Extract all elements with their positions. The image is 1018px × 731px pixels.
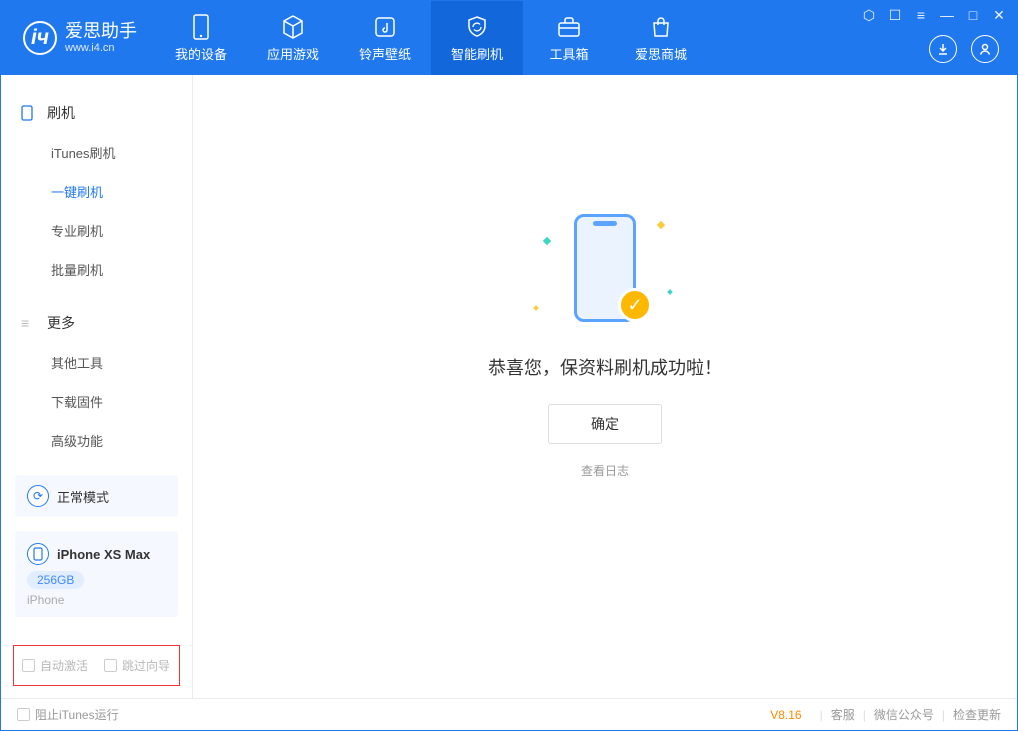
nav-my-device[interactable]: 我的设备 [155,1,247,75]
checkbox-icon [22,659,35,672]
checkbox-icon [17,708,30,721]
nav-ringtone-wallpaper[interactable]: 铃声壁纸 [339,1,431,75]
close-icon[interactable]: ✕ [991,7,1007,24]
sidebar-item-advanced[interactable]: 高级功能 [1,421,192,460]
success-message: 恭喜您，保资料刷机成功啦！ [488,354,722,380]
menu-icon[interactable]: ≡ [913,7,929,24]
music-note-icon [372,14,398,40]
sidebar-item-download-firmware[interactable]: 下载固件 [1,382,192,421]
nav-label: 智能刷机 [451,44,503,63]
sidebar-item-oneclick-flash[interactable]: 一键刷机 [1,172,192,211]
checkbox-icon [104,659,117,672]
header: iч 爱思助手 www.i4.cn 我的设备 应用游戏 铃声壁纸 智能刷机 [1,1,1017,75]
bag-icon [648,14,674,40]
sync-shield-icon [464,14,490,40]
main-content: ✓ 恭喜您，保资料刷机成功啦！ 确定 查看日志 [193,75,1017,698]
nav-smart-flash[interactable]: 智能刷机 [431,1,523,75]
sidebar-group-more: ≡ 更多 [1,303,192,343]
main-nav: 我的设备 应用游戏 铃声壁纸 智能刷机 工具箱 爱思商城 [155,1,707,75]
mode-label: 正常模式 [57,487,109,506]
check-update-link[interactable]: 检查更新 [953,706,1001,723]
sidebar-item-itunes-flash[interactable]: iTunes刷机 [1,133,192,172]
checkbox-label: 跳过向导 [122,657,170,674]
checkbox-skip-guide[interactable]: 跳过向导 [104,657,170,674]
nav-label: 我的设备 [175,44,227,63]
nav-toolbox[interactable]: 工具箱 [523,1,615,75]
checkbox-auto-activate[interactable]: 自动激活 [22,657,88,674]
sidebar-item-batch-flash[interactable]: 批量刷机 [1,250,192,289]
device-type: iPhone [27,593,166,607]
ok-button[interactable]: 确定 [548,404,662,444]
footer: 阻止iTunes运行 V8.16 | 客服 | 微信公众号 | 检查更新 [1,698,1017,730]
app-window: iч 爱思助手 www.i4.cn 我的设备 应用游戏 铃声壁纸 智能刷机 [0,0,1018,731]
logo-icon: iч [23,21,57,55]
nav-store[interactable]: 爱思商城 [615,1,707,75]
nav-apps-games[interactable]: 应用游戏 [247,1,339,75]
device-icon [188,14,214,40]
nav-label: 应用游戏 [267,44,319,63]
sidebar: 刷机 iTunes刷机 一键刷机 专业刷机 批量刷机 ≡ 更多 其他工具 下载固… [1,75,193,698]
header-right-buttons [929,35,999,63]
sidebar-item-other-tools[interactable]: 其他工具 [1,343,192,382]
group-title: 更多 [47,313,75,333]
mode-card[interactable]: ⟳ 正常模式 [15,475,178,517]
app-title: 爱思助手 [65,22,137,42]
toolbox-icon [556,14,582,40]
phone-icon [21,105,37,121]
list-icon: ≡ [21,315,37,331]
nav-label: 铃声壁纸 [359,44,411,63]
checkbox-label: 自动激活 [40,657,88,674]
window-controls: ⬡ ☐ ≡ ― □ ✕ [861,7,1007,24]
minimize-icon[interactable]: ― [939,7,955,24]
sidebar-item-pro-flash[interactable]: 专业刷机 [1,211,192,250]
checkbox-block-itunes[interactable]: 阻止iTunes运行 [17,706,119,723]
group-title: 刷机 [47,103,75,123]
device-icon [27,543,49,565]
flash-options-highlight: 自动激活 跳过向导 [13,645,180,686]
body: 刷机 iTunes刷机 一键刷机 专业刷机 批量刷机 ≡ 更多 其他工具 下载固… [1,75,1017,698]
nav-label: 爱思商城 [635,44,687,63]
wechat-link[interactable]: 微信公众号 [874,706,934,723]
logo-text: 爱思助手 www.i4.cn [65,22,137,54]
success-illustration: ✓ [530,214,680,334]
version-label: V8.16 [770,708,801,722]
sidebar-group-flash: 刷机 [1,93,192,133]
maximize-icon[interactable]: □ [965,7,981,24]
device-card[interactable]: iPhone XS Max 256GB iPhone [15,531,178,617]
device-name: iPhone XS Max [57,547,150,562]
check-badge-icon: ✓ [618,288,652,322]
app-subtitle: www.i4.cn [65,42,137,54]
user-button[interactable] [971,35,999,63]
nav-label: 工具箱 [549,44,588,63]
feedback-icon[interactable]: ☐ [887,7,903,24]
sidebar-list: 刷机 iTunes刷机 一键刷机 专业刷机 批量刷机 ≡ 更多 其他工具 下载固… [1,75,192,467]
storage-badge: 256GB [27,571,84,589]
sync-icon: ⟳ [27,485,49,507]
logo-area: iч 爱思助手 www.i4.cn [1,1,155,75]
shirt-icon[interactable]: ⬡ [861,7,877,24]
checkbox-label: 阻止iTunes运行 [35,706,119,723]
download-button[interactable] [929,35,957,63]
view-log-link[interactable]: 查看日志 [581,462,629,479]
support-link[interactable]: 客服 [831,706,855,723]
cube-icon [280,14,306,40]
